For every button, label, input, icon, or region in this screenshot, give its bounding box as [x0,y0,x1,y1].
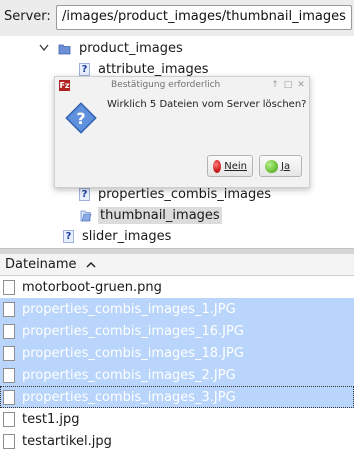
file-name: testartikel.jpg [22,433,112,449]
file-name: properties_combis_images_16.JPG [22,323,244,339]
remote-file-list: Dateiname motorboot-gruen.png properties… [0,254,354,452]
tree-item-label: slider_images [82,228,172,244]
tree-item-label: product_images [79,40,183,56]
tree-item-label: properties_combis_images [98,186,272,202]
file-name: motorboot-gruen.png [22,279,162,295]
yes-button[interactable]: Ja [259,155,302,177]
sort-ascending-icon [86,261,96,268]
file-name: properties_combis_images_3.JPG [22,389,236,405]
file-icon [3,389,15,405]
file-icon [3,345,15,361]
file-row[interactable]: properties_combis_images_2.JPG [0,364,354,386]
folder-open-icon [80,210,92,221]
dialog-title: Bestätigung erforderlich [111,80,221,90]
tree-item-slider-images[interactable]: ? slider_images [63,226,173,246]
file-row[interactable]: properties_combis_images_16.JPG [0,320,354,342]
file-name: properties_combis_images_18.JPG [22,345,244,361]
file-name: test1.jpg [22,411,80,427]
yes-button-label: Ja [281,160,291,172]
file-icon [3,367,15,383]
dialog-message: Wirklich 5 Dateien vom Server löschen? [107,99,307,110]
server-label: Server: [4,9,51,24]
no-button[interactable]: Nein [207,155,253,177]
file-icon [3,301,15,317]
filezilla-app-icon: Fz [59,80,70,91]
no-button-label: Nein [224,160,247,172]
file-icon [3,279,15,295]
tree-item-label: thumbnail_images [98,206,222,224]
file-row[interactable]: testartikel.jpg [0,430,354,452]
file-row[interactable]: properties_combis_images_18.JPG [0,342,354,364]
file-row[interactable]: properties_combis_images_1.JPG [0,298,354,320]
tree-item-thumbnail-images[interactable]: thumbnail_images [79,205,222,225]
file-icon [3,323,15,339]
no-icon [213,159,222,173]
file-name: properties_combis_images_2.JPG [22,367,236,383]
file-name: properties_combis_images_1.JPG [22,301,236,317]
question-icon: ? [65,102,97,134]
file-row[interactable]: motorboot-gruen.png [0,276,354,298]
file-icon [3,411,15,427]
folder-icon [58,44,71,54]
column-header-filename[interactable]: Dateiname [0,254,354,276]
dialog-titlebar[interactable]: Fz Bestätigung erforderlich ↑ □ ✕ [55,77,309,95]
server-path-input[interactable]: /images/product_images/thumbnail_images [56,5,352,30]
dialog-close-icon[interactable]: ✕ [296,80,306,90]
question-icon: ? [79,187,90,201]
svg-text:?: ? [76,109,85,128]
file-row[interactable]: test1.jpg [0,408,354,430]
collapse-arrow-icon[interactable] [38,42,50,54]
question-icon: ? [63,229,74,243]
column-header-label: Dateiname [5,257,77,272]
file-icon [3,433,15,449]
dialog-maximize-icon[interactable]: ↑ [270,80,280,90]
question-icon: ? [79,62,90,76]
confirm-delete-dialog: Fz Bestätigung erforderlich ↑ □ ✕ ? Wirk… [54,76,310,188]
tree-item-label: attribute_images [98,61,209,77]
yes-icon [265,159,278,173]
file-row[interactable]: properties_combis_images_3.JPG [0,386,354,408]
tree-item-product-images[interactable]: product_images [38,38,185,58]
dialog-restore-icon[interactable]: □ [283,80,293,90]
server-bar: Server: /images/product_images/thumbnail… [0,0,354,36]
